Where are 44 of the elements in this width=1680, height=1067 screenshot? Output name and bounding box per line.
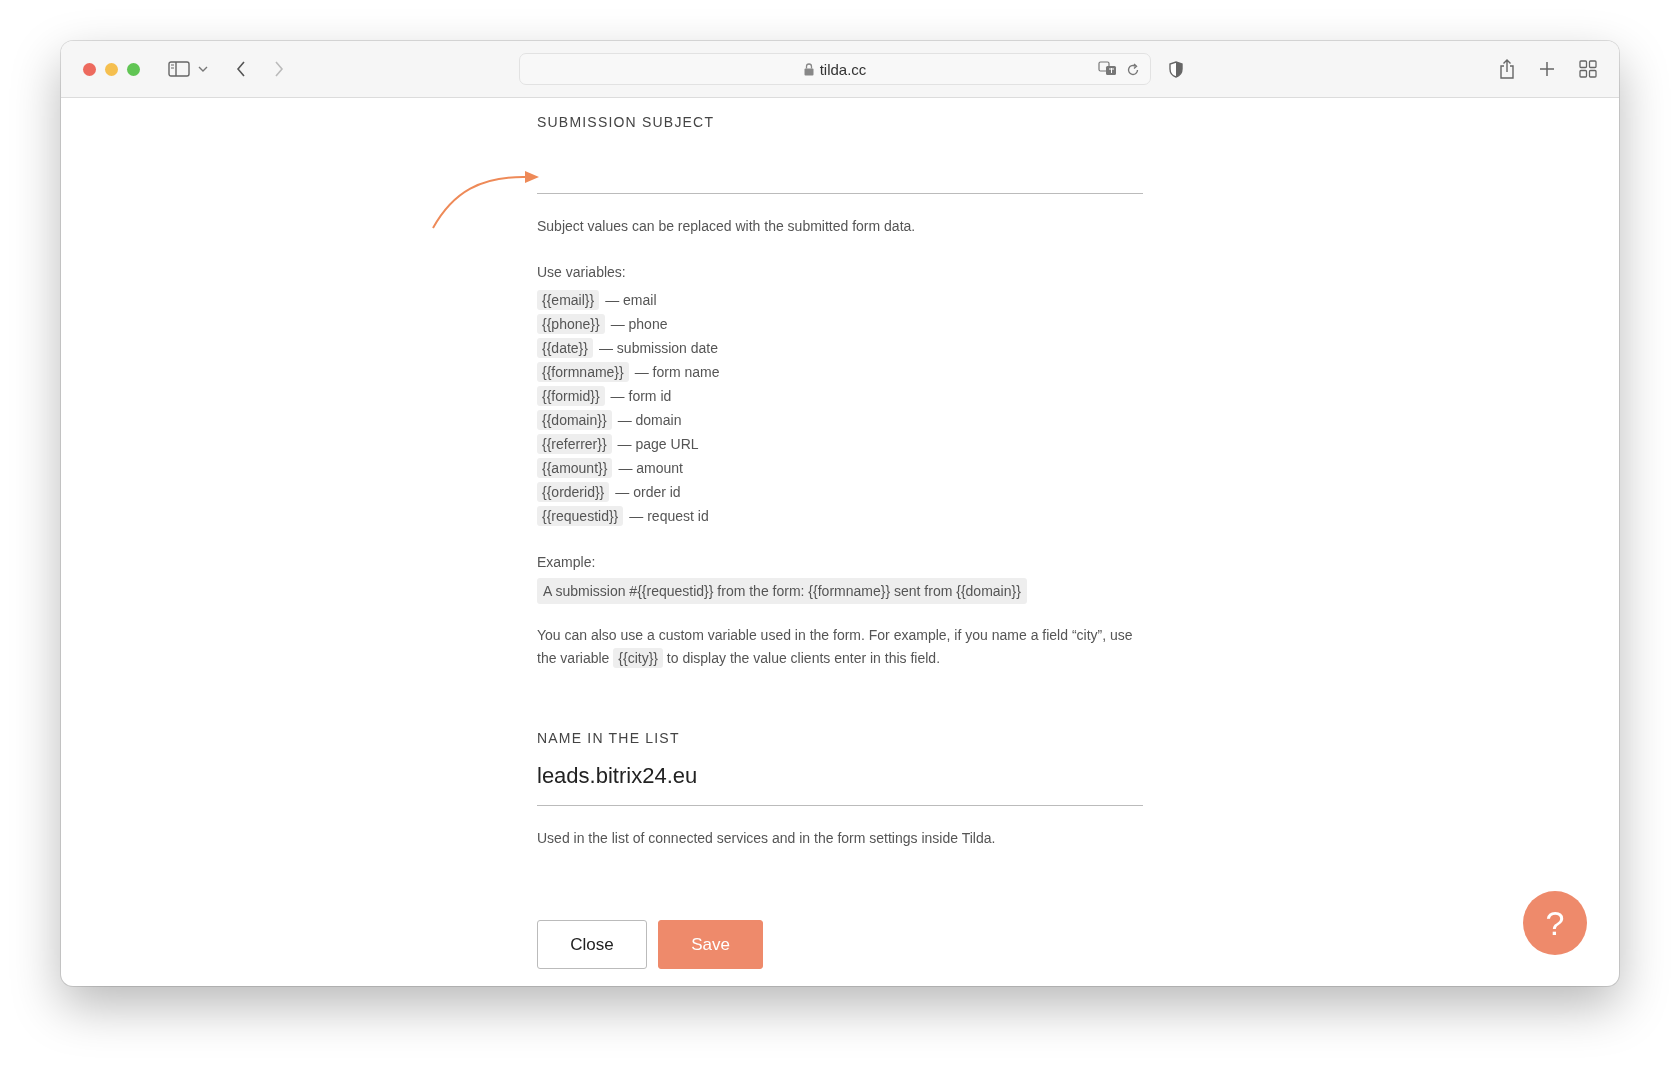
variable-description: — phone (610, 316, 668, 332)
variable-description: — form id (610, 388, 672, 404)
variable-code: {{referrer}} (537, 434, 612, 454)
share-icon[interactable] (1499, 59, 1515, 79)
variable-code: {{orderid}} (537, 482, 610, 502)
variable-code: {{city}} (613, 648, 663, 668)
variable-description: — email (605, 292, 657, 308)
example-heading: Example: (537, 553, 597, 572)
field-label: SUBMISSION SUBJECT (537, 114, 716, 130)
variable-description: — page URL (617, 436, 699, 452)
shield-icon[interactable] (1169, 60, 1183, 78)
back-icon[interactable] (236, 61, 246, 77)
example-code: A submission #{{requestid}} from the form: {{formname}} sent from {{domain}} (537, 578, 1027, 604)
variable-description: — form name (634, 364, 720, 380)
field-label: NAME IN THE LIST (537, 730, 681, 746)
variable-code: {{phone}} (537, 314, 605, 334)
help-text: Used in the list of connected services and in the form settings inside Tilda. (537, 829, 997, 848)
url-text: tilda.cc (819, 60, 867, 78)
address-bar[interactable]: tilda.cc (519, 53, 1151, 85)
variable-description: — domain (617, 412, 682, 428)
sidebar-icon[interactable] (168, 61, 190, 77)
variable-code: {{formid}} (537, 386, 605, 406)
close-window-icon[interactable] (83, 62, 96, 76)
new-tab-icon[interactable] (1539, 61, 1555, 77)
reload-icon[interactable] (1126, 61, 1140, 77)
variable-description: — request id (629, 508, 709, 524)
lock-icon (803, 62, 814, 76)
variable-code: {{email}} (537, 290, 600, 310)
variables-heading: Use variables: (537, 263, 627, 282)
variable-description: — submission date (598, 340, 718, 356)
variable-code: {{date}} (537, 338, 593, 358)
variable-description: — amount (618, 460, 683, 476)
custom-variable-note: You can also use a custom variable used in the form. For example, if you name a field “city”, use the variable {{city}} to display the value clients enter in this field. (537, 626, 1134, 670)
close-button[interactable]: Close (537, 920, 647, 969)
variable-code: {{amount}} (537, 458, 613, 478)
variable-code: {{formname}} (537, 362, 629, 382)
tab-overview-icon[interactable] (1579, 60, 1597, 78)
translate-icon[interactable] (1098, 61, 1118, 77)
variable-code: {{domain}} (537, 410, 612, 430)
name-input-field[interactable]: leads.bitrix24.eu (537, 746, 1143, 806)
variable-description: — order id (615, 484, 681, 500)
chevron-down-icon[interactable] (198, 66, 208, 72)
variable-code: {{requestid}} (537, 506, 624, 526)
help-text: Subject values can be replaced with the submitted form data. (537, 217, 917, 236)
